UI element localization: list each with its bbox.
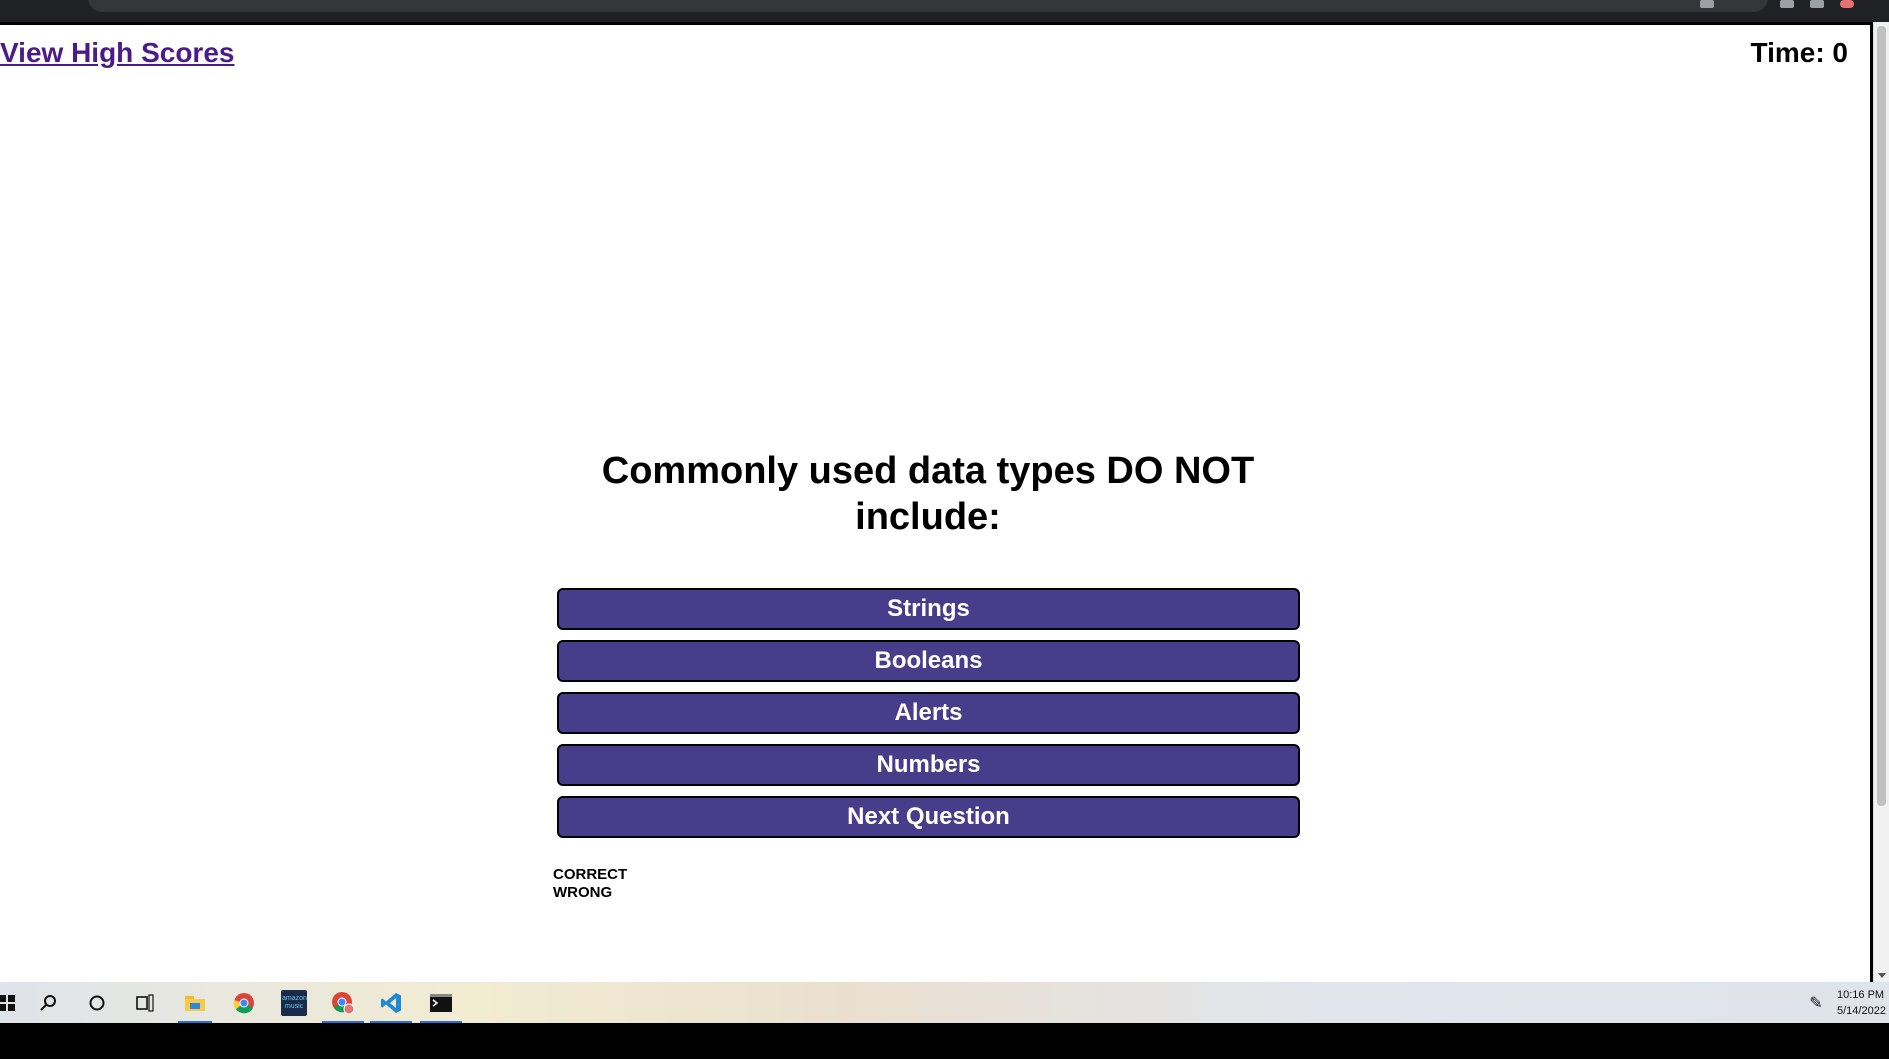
feedback-wrong: WRONG	[553, 884, 613, 901]
task-view-icon[interactable]	[132, 990, 158, 1016]
search-icon[interactable]	[36, 990, 62, 1016]
profile-avatar[interactable]	[1840, 0, 1854, 8]
windows-taskbar: amazon music ✎ 10:16 PM 5/14/2022	[0, 982, 1889, 1024]
extensions-icon[interactable]	[1780, 0, 1794, 8]
answer-button-strings[interactable]: Strings	[557, 588, 1300, 630]
system-clock[interactable]: 10:16 PM 5/14/2022	[1837, 987, 1889, 1019]
answer-feedback: CORRECT WRONG	[553, 866, 627, 902]
scroll-down-arrow-icon[interactable]	[1878, 973, 1886, 978]
amazon-music-icon[interactable]: amazon music	[281, 990, 307, 1016]
vscode-icon[interactable]	[370, 990, 412, 1024]
chrome-icon[interactable]	[231, 990, 257, 1016]
clock-date: 5/14/2022	[1837, 1005, 1886, 1017]
next-question-button[interactable]: Next Question	[557, 796, 1300, 838]
cortana-icon[interactable]	[84, 990, 110, 1016]
file-explorer-icon[interactable]	[178, 990, 212, 1024]
address-bar[interactable]	[88, 0, 1768, 12]
browser-toolbar	[0, 0, 1889, 22]
chrome-profile-icon[interactable]	[322, 990, 364, 1024]
windows-start-icon[interactable]	[0, 990, 20, 1016]
scrollbar-thumb[interactable]	[1877, 26, 1886, 806]
answer-list: Strings Booleans Alerts Numbers Next Que…	[557, 588, 1300, 848]
question-text: Commonly used data types DO NOT include:	[601, 450, 1255, 538]
view-high-scores-link[interactable]: View High Scores	[0, 37, 234, 69]
answer-button-numbers[interactable]: Numbers	[557, 744, 1300, 786]
bookmark-icon[interactable]	[1700, 0, 1714, 8]
terminal-icon[interactable]	[420, 990, 462, 1024]
answer-button-booleans[interactable]: Booleans	[557, 640, 1300, 682]
timer: Time: 0	[1750, 37, 1848, 68]
pen-icon[interactable]: ✎	[1803, 990, 1829, 1016]
sidebar-icon[interactable]	[1810, 0, 1824, 8]
amazon-music-label: amazon music	[282, 995, 307, 1010]
answer-button-alerts[interactable]: Alerts	[557, 692, 1300, 734]
page-viewport: View High Scores Time: 0 Commonly used d…	[0, 22, 1873, 982]
feedback-correct: CORRECT	[553, 866, 628, 883]
vertical-scrollbar[interactable]	[1873, 22, 1889, 982]
screen-bottom-border	[0, 1023, 1889, 1059]
clock-time: 10:16 PM	[1837, 989, 1885, 1001]
